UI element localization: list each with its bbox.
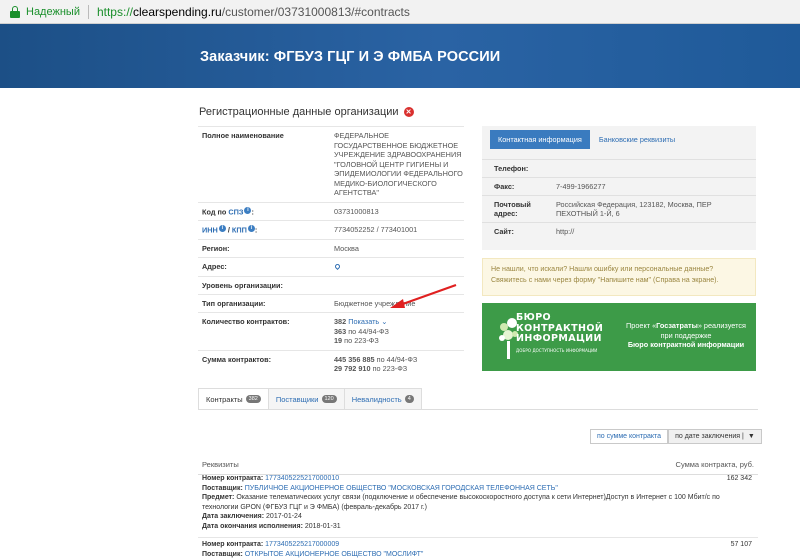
contracts-table-header: Реквизиты Сумма контракта, руб. [198, 457, 758, 475]
promo-banner[interactable]: БЮРО КОНТРАКТНОЙ ИНФОРМАЦИИ ДОБРО ДОСТУП… [482, 303, 756, 371]
registration-table: Полное наименование ФЕДЕРАЛЬНОЕ ГОСУДАРС… [198, 126, 464, 378]
header-banner: Заказчик: ФГБУЗ ГЦГ И Э ФМБА РОССИИ [0, 24, 800, 88]
row-contracts-count: Количество контрактов: 382 Показать ⌄ 36… [198, 312, 464, 350]
tab-invalidity[interactable]: Невалидность 4 [343, 388, 422, 409]
close-icon[interactable]: ✕ [403, 107, 414, 117]
contract-number-link[interactable]: 1773405225217000009 [265, 541, 339, 548]
list-item: Номер контракта: 1773405225217000009 Пос… [202, 541, 752, 558]
page-title: Заказчик: ФГБУЗ ГЦГ И Э ФМБА РОССИИ [200, 49, 501, 65]
chevron-down-icon[interactable]: ⌄ [381, 317, 387, 326]
list-item: Номер контракта: 1773405225217000010 Пос… [202, 475, 752, 530]
requisites-header: Реквизиты [202, 460, 239, 469]
inn-link[interactable]: ИНН [202, 225, 218, 234]
full-name-label: Полное наименование [202, 131, 284, 140]
tab-suppliers[interactable]: Поставщики 120 [267, 388, 345, 409]
url-text[interactable]: https://clearspending.ru/customer/037310… [97, 5, 410, 19]
sort-controls: по сумме контракта по дате заключения | … [590, 429, 762, 444]
count-badge: 4 [404, 395, 414, 403]
row-fax: Факс: 7-499-1966277 [482, 177, 756, 195]
divider [198, 537, 758, 538]
row-postal: Почтовый адрес: Российская Федерация, 12… [482, 195, 756, 222]
contract-number-link[interactable]: 1773405225217000010 [265, 475, 339, 482]
row-phone: Телефон: [482, 159, 756, 177]
inn-value: 7734052252 / 773401001 [334, 225, 418, 234]
region-label: Регион: [202, 243, 230, 253]
supplier-link[interactable]: ПУБЛИЧНОЕ АКЦИОНЕРНОЕ ОБЩЕСТВО "МОСКОВСК… [245, 485, 558, 492]
address-label: Адрес: [202, 262, 227, 271]
row-spz: Код по СПЗ i: 03731000813 [198, 201, 464, 221]
tab-contact-info[interactable]: Контактная информация [490, 129, 590, 149]
row-inn: ИНН i / КПП i: 7734052252 / 773401001 [198, 220, 464, 239]
row-region: Регион: Москва [198, 238, 464, 258]
row-contracts-sum: Сумма контрактов: 445 356 885 по 44/94-Ф… [198, 349, 464, 378]
count-badge: 382 [245, 395, 261, 403]
secure-label: Надежный [26, 5, 80, 18]
info-icon[interactable]: i [244, 206, 252, 214]
contract-sum: 162 342 [726, 475, 752, 482]
row-full-name: Полное наименование ФЕДЕРАЛЬНОЕ ГОСУДАРС… [198, 126, 464, 202]
map-pin-icon[interactable] [333, 262, 342, 271]
region-value: Москва [334, 243, 359, 253]
tab-bank-details[interactable]: Банковские реквизиты [599, 135, 675, 144]
promo-text: Проект «Госзатраты» реализуется при подд… [626, 321, 746, 349]
bureau-logo: БЮРО КОНТРАКТНОЙ ИНФОРМАЦИИ ДОБРО ДОСТУП… [516, 312, 604, 353]
sort-by-sum-button[interactable]: по сумме контракта [590, 429, 669, 444]
sort-by-date-button[interactable]: по дате заключения | ▼ [668, 429, 762, 444]
registration-section-title: Регистрационные данные организации ✕ [199, 106, 414, 118]
contracts-sum-label: Сумма контрактов: [202, 354, 272, 364]
show-link[interactable]: Показать [348, 317, 379, 326]
info-icon[interactable]: i [218, 225, 226, 232]
spz-value: 03731000813 [334, 206, 379, 216]
row-site: Сайт: http:// [482, 222, 756, 240]
row-address: Адрес: [198, 257, 464, 276]
contracts-tabs: Контракты 382 Поставщики 120 Невалидность 4 [198, 388, 758, 410]
contract-sum: 57 107 [730, 541, 752, 548]
spz-link[interactable]: СПЗ [228, 207, 243, 216]
contact-panel: Контактная информация Банковские реквизи… [482, 126, 756, 250]
count-badge: 120 [321, 395, 337, 403]
contracts-count-label: Количество контрактов: [202, 317, 290, 326]
lock-icon [10, 5, 20, 18]
site-link[interactable]: http:// [556, 227, 746, 236]
tab-contracts[interactable]: Контракты 382 [198, 388, 269, 409]
contracts-total: 382 [334, 317, 347, 326]
supplier-link[interactable]: ОТКРЫТОЕ АКЦИОНЕРНОЕ ОБЩЕСТВО "МОСЛИФТ" [245, 551, 424, 558]
type-label: Тип организации: [202, 298, 266, 308]
sum-header: Сумма контракта, руб. [675, 460, 754, 469]
chevron-down-icon: ▼ [747, 433, 755, 440]
feedback-notice: Не нашли, что искали? Нашли ошибку или п… [482, 258, 756, 296]
kpp-link[interactable]: КПП [232, 225, 247, 234]
address-bar[interactable]: Надежный https://clearspending.ru/custom… [0, 0, 800, 24]
red-arrow-annotation [390, 283, 457, 308]
info-icon[interactable]: i [247, 225, 255, 232]
url-separator [87, 4, 89, 19]
full-name-value: ФЕДЕРАЛЬНОЕ ГОСУДАРСТВЕННОЕ БЮДЖЕТНОЕ УЧ… [334, 131, 463, 197]
level-label: Уровень организации: [202, 280, 283, 290]
